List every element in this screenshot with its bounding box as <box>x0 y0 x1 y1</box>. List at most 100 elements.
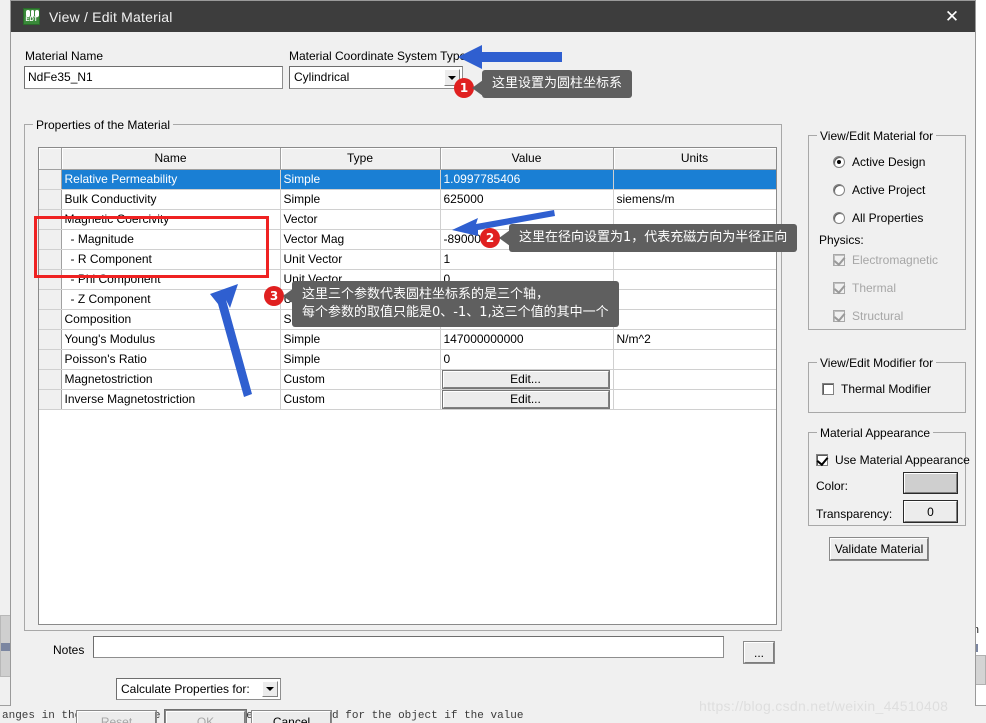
checkbox-use-material-appearance[interactable]: Use Material Appearance <box>816 453 970 467</box>
cell-units[interactable] <box>613 389 776 410</box>
notes-input[interactable] <box>93 636 724 658</box>
cell-type[interactable]: Simple <box>280 169 441 190</box>
cell-name[interactable]: Composition <box>61 309 281 330</box>
radio-all-properties[interactable]: All Properties <box>833 211 923 225</box>
color-swatch-button[interactable] <box>904 473 957 493</box>
radio-label: All Properties <box>852 211 924 225</box>
col-units[interactable]: Units <box>613 148 776 170</box>
checkbox-thermal-modifier[interactable]: Thermal Modifier <box>822 382 931 396</box>
edit-button[interactable]: Edit... <box>442 370 609 388</box>
coord-system-value: Cylindrical <box>294 70 350 84</box>
cell-units[interactable] <box>613 289 776 310</box>
row-checkbox-cell[interactable] <box>39 329 62 350</box>
col-name[interactable]: Name <box>61 148 281 170</box>
cell-name[interactable]: Inverse Magnetostriction <box>61 389 281 410</box>
cell-type[interactable]: Simple <box>280 349 441 370</box>
transparency-label: Transparency: <box>816 507 893 521</box>
cell-type[interactable]: Simple <box>280 189 441 210</box>
cell-units[interactable] <box>613 249 776 270</box>
annotation-badge-1: 1 <box>454 78 474 98</box>
cell-units[interactable]: N/m^2 <box>613 329 776 350</box>
table-header-row: Name Type Value Units <box>39 148 776 170</box>
cell-type[interactable]: Simple <box>280 329 441 350</box>
close-icon[interactable]: ✕ <box>929 1 975 32</box>
cell-name[interactable]: - Z Component <box>61 289 281 310</box>
cell-units[interactable] <box>613 309 776 330</box>
chevron-down-icon[interactable] <box>262 681 278 697</box>
radio-active-design[interactable]: Active Design <box>833 155 925 169</box>
dialog-body: Material Name NdFe35_N1 Material Coordin… <box>11 32 975 723</box>
cell-type[interactable]: Custom <box>280 389 441 410</box>
cell-units[interactable]: siemens/m <box>613 189 776 210</box>
calculate-properties-value: Calculate Properties for: <box>121 682 250 696</box>
notes-browse-button[interactable]: ... <box>744 642 774 663</box>
table-row[interactable]: Bulk Conductivity Simple 625000 siemens/m <box>39 189 776 210</box>
checkbox-structural: Structural <box>833 309 903 323</box>
calculate-properties-combo[interactable]: Calculate Properties for: <box>116 678 281 700</box>
cell-name[interactable]: Young's Modulus <box>61 329 281 350</box>
row-checkbox-cell[interactable] <box>39 349 62 370</box>
checkbox-label: Thermal <box>852 281 897 295</box>
properties-group-title: Properties of the Material <box>33 118 174 132</box>
checkbox-indicator <box>833 310 845 322</box>
reset-button: Reset <box>77 711 156 723</box>
col-type[interactable]: Type <box>280 148 441 170</box>
row-checkbox-cell[interactable] <box>39 189 62 210</box>
screen: In anges in the design. The default valu… <box>0 0 986 723</box>
table-row[interactable]: Young's Modulus Simple 147000000000 N/m^2 <box>39 329 776 350</box>
checkbox-indicator[interactable] <box>822 383 834 395</box>
cell-type[interactable]: Vector <box>280 209 441 230</box>
watermark: https://blog.csdn.net/weixin_44510408 <box>699 698 949 714</box>
checkbox-label: Use Material Appearance <box>835 453 970 467</box>
col-value[interactable]: Value <box>440 148 614 170</box>
table-row[interactable]: Poisson's Ratio Simple 0 <box>39 349 776 370</box>
cell-value[interactable]: 1 <box>440 249 614 270</box>
annotation-tip-3: 这里三个参数代表圆柱坐标系的是三个轴， 每个参数的取值只能是0、-1、1,这三个… <box>292 281 619 327</box>
checkbox-indicator[interactable] <box>816 454 828 466</box>
cell-type[interactable]: Vector Mag <box>280 229 441 250</box>
material-name-input[interactable]: NdFe35_N1 <box>24 66 283 89</box>
annotation-highlight-box <box>34 216 269 278</box>
radio-indicator[interactable] <box>833 156 845 168</box>
col-checkbox[interactable] <box>39 148 62 170</box>
cell-units[interactable] <box>613 169 776 190</box>
cell-type[interactable]: Unit Vector <box>280 249 441 270</box>
radio-indicator[interactable] <box>833 212 845 224</box>
cell-units[interactable] <box>613 269 776 290</box>
row-checkbox-cell[interactable] <box>39 389 62 410</box>
validate-material-button[interactable]: Validate Material <box>830 538 928 560</box>
cell-type[interactable]: Custom <box>280 369 441 390</box>
coord-system-combo[interactable]: Cylindrical <box>289 66 463 89</box>
radio-indicator[interactable] <box>833 184 845 196</box>
cell-value[interactable]: 0 <box>440 349 614 370</box>
window-title: View / Edit Material <box>49 8 173 25</box>
cell-value[interactable]: 1.0997785406 <box>440 169 614 190</box>
radio-active-project[interactable]: Active Project <box>833 183 925 197</box>
row-checkbox-cell[interactable] <box>39 289 62 310</box>
notes-label: Notes <box>53 643 85 657</box>
annotation-tip-1: 这里设置为圆柱坐标系 <box>482 70 633 98</box>
checkbox-electromagnetic: Electromagnetic <box>833 253 938 267</box>
transparency-value[interactable]: 0 <box>904 501 957 522</box>
cell-value[interactable]: 625000 <box>440 189 614 210</box>
view-edit-material-for-title: View/Edit Material for <box>817 129 937 143</box>
cell-name[interactable]: Relative Permeability <box>61 169 281 190</box>
cell-name[interactable]: Magnetostriction <box>61 369 281 390</box>
table-row[interactable]: Relative Permeability Simple 1.0997785406 <box>39 169 776 190</box>
host-scrollbar-grip[interactable] <box>1 643 10 651</box>
row-checkbox-cell[interactable] <box>39 169 62 190</box>
table-row[interactable]: Magnetostriction Custom Edit... <box>39 369 776 390</box>
cell-name[interactable]: Bulk Conductivity <box>61 189 281 210</box>
color-label: Color: <box>816 479 849 493</box>
row-checkbox-cell[interactable] <box>39 309 62 330</box>
row-checkbox-cell[interactable] <box>39 369 62 390</box>
edit-button[interactable]: Edit... <box>442 390 609 408</box>
cell-units[interactable] <box>613 369 776 390</box>
cell-value[interactable]: Edit... <box>440 389 614 410</box>
table-row[interactable]: Inverse Magnetostriction Custom Edit... <box>39 389 776 410</box>
cell-value[interactable]: 147000000000 <box>440 329 614 350</box>
cancel-button[interactable]: Cancel <box>252 711 331 723</box>
cell-value[interactable]: Edit... <box>440 369 614 390</box>
cell-name[interactable]: Poisson's Ratio <box>61 349 281 370</box>
cell-units[interactable] <box>613 349 776 370</box>
